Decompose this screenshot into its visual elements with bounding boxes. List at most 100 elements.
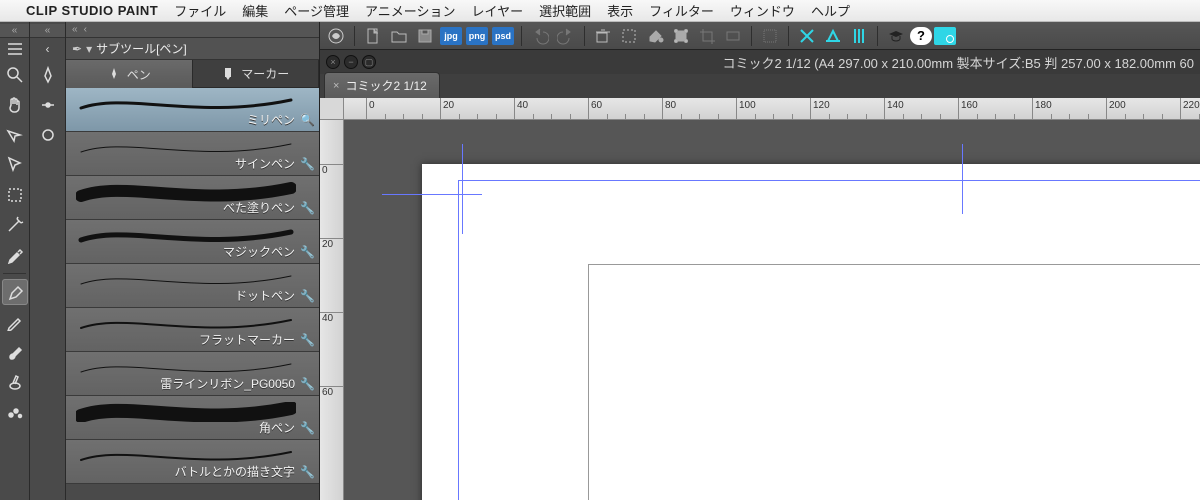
collapse-icon[interactable]: « (30, 24, 65, 38)
slider-icon[interactable] (35, 92, 61, 118)
tool-column-left: « (0, 22, 30, 500)
select-all-icon[interactable] (617, 25, 641, 47)
window-close-icon[interactable]: × (326, 55, 340, 69)
brush-label: マジックペン (223, 243, 295, 260)
menu-selection[interactable]: 選択範囲 (539, 1, 591, 20)
tab-marker[interactable]: マーカー (193, 60, 320, 88)
menu-animation[interactable]: アニメーション (365, 1, 455, 20)
transform-icon[interactable] (669, 25, 693, 47)
clip-studio-icon[interactable] (324, 25, 348, 47)
brush-settings-icon[interactable]: 🔧 (300, 421, 315, 435)
panel-collapse-row[interactable]: «‹ (66, 22, 319, 38)
brush-label: サインペン (235, 155, 295, 172)
ruler-tick: 0 (366, 98, 375, 119)
ruler-tick: 160 (958, 98, 978, 119)
grid-icon[interactable] (758, 25, 782, 47)
subtool-title-row: ✒ ▾ サブツール[ペン] (66, 38, 319, 60)
document-tab-strip: × コミック2 1/12 (320, 74, 1200, 98)
mac-menubar: CLIP STUDIO PAINT ファイル 編集 ページ管理 アニメーション … (0, 0, 1200, 22)
snap-ruler-icon[interactable] (795, 25, 819, 47)
open-folder-icon[interactable] (387, 25, 411, 47)
close-tab-icon[interactable]: × (333, 80, 339, 92)
tool-magnifier[interactable] (2, 62, 28, 88)
tool-operation[interactable] (2, 152, 28, 178)
redo-icon[interactable] (554, 25, 578, 47)
menu-filter[interactable]: フィルター (649, 1, 714, 20)
undo-icon[interactable] (528, 25, 552, 47)
brush-item[interactable]: 角ペン🔧 (66, 396, 319, 440)
tool-move[interactable] (2, 122, 28, 148)
canvas-page[interactable] (422, 164, 1200, 500)
ruler-tick: 0 (320, 164, 343, 176)
tool-airbrush[interactable] (2, 369, 28, 395)
canvas-size-icon[interactable] (721, 25, 745, 47)
brush-item[interactable]: フラットマーカー🔧 (66, 308, 319, 352)
brush-item[interactable]: べた塗りペン🔧 (66, 176, 319, 220)
ruler-tick: 40 (514, 98, 528, 119)
ruler-vertical: 0204060 (320, 120, 344, 500)
assets-icon[interactable] (934, 27, 956, 45)
graduation-cap-icon[interactable] (884, 25, 908, 47)
menu-page[interactable]: ページ管理 (284, 1, 349, 20)
ruler-tick: 220 (1180, 98, 1200, 119)
help-icon[interactable]: ? (910, 27, 932, 45)
size-icon[interactable] (35, 122, 61, 148)
window-maximize-icon[interactable]: ▢ (362, 55, 376, 69)
tool-pencil[interactable] (2, 309, 28, 335)
dropdown-icon[interactable]: ▾ (86, 42, 92, 56)
tab-pen[interactable]: ペン (66, 60, 193, 88)
tool-decoration[interactable] (2, 399, 28, 425)
menu-window[interactable]: ウィンドウ (730, 1, 795, 20)
separator (354, 26, 355, 46)
menu-edit[interactable]: 編集 (242, 1, 268, 20)
ruler-tick: 20 (440, 98, 454, 119)
tool-brush[interactable] (2, 339, 28, 365)
separator (521, 26, 522, 46)
nib-icon[interactable] (35, 62, 61, 88)
brush-settings-icon[interactable]: 🔧 (300, 333, 315, 347)
brush-settings-icon[interactable]: 🔍 (300, 113, 315, 127)
brush-settings-icon[interactable]: 🔧 (300, 377, 315, 391)
snap-grid-icon[interactable] (847, 25, 871, 47)
brush-settings-icon[interactable]: 🔧 (300, 465, 315, 479)
format-jpg-button[interactable]: jpg (440, 27, 462, 45)
fill-icon[interactable] (643, 25, 667, 47)
tool-eyedropper[interactable] (2, 242, 28, 268)
window-minimize-icon[interactable]: − (344, 55, 358, 69)
document-tab[interactable]: × コミック2 1/12 (324, 72, 440, 98)
snap-perspective-icon[interactable] (821, 25, 845, 47)
new-file-icon[interactable] (361, 25, 385, 47)
brush-settings-icon[interactable]: 🔧 (300, 245, 315, 259)
ruler-tick: 180 (1032, 98, 1052, 119)
delete-icon[interactable] (591, 25, 615, 47)
tool-pen[interactable] (2, 279, 28, 305)
brush-item[interactable]: ドットペン🔧 (66, 264, 319, 308)
brush-settings-icon[interactable]: 🔧 (300, 289, 315, 303)
brush-item[interactable]: 雷ラインリボン_PG0050🔧 (66, 352, 319, 396)
menu-view[interactable]: 表示 (607, 1, 633, 20)
save-icon[interactable] (413, 25, 437, 47)
brush-settings-icon[interactable]: 🔧 (300, 157, 315, 171)
tool-marquee[interactable] (2, 182, 28, 208)
brush-item[interactable]: バトルとかの描き文字🔧 (66, 440, 319, 484)
brush-item[interactable]: マジックペン 🔧 (66, 220, 319, 264)
menu-file[interactable]: ファイル (174, 1, 226, 20)
crop-icon[interactable] (695, 25, 719, 47)
menu-layer[interactable]: レイヤー (472, 1, 524, 20)
brush-settings-icon[interactable]: 🔧 (300, 201, 315, 215)
brush-item[interactable]: ミリペン🔍 (66, 88, 319, 132)
menu-help[interactable]: ヘルプ (811, 1, 850, 20)
format-png-button[interactable]: png (466, 27, 488, 45)
canvas-viewport[interactable]: 020406080100120140160180200220 0204060 (320, 98, 1200, 500)
panel-menu-icon[interactable] (2, 40, 28, 58)
subtool-panel: «‹ ✒ ▾ サブツール[ペン] ペン マーカー ミリペン🔍サインペン🔧べた塗り… (66, 22, 320, 500)
brush-item[interactable]: サインペン 🔧 (66, 132, 319, 176)
separator (877, 26, 878, 46)
format-psd-button[interactable]: psd (492, 27, 514, 45)
collapse-icon[interactable]: « (0, 24, 29, 38)
canvas-inner[interactable] (344, 120, 1200, 500)
back-icon[interactable]: ‹ (35, 40, 61, 58)
tool-hand[interactable] (2, 92, 28, 118)
ruler-tick: 100 (736, 98, 756, 119)
tool-wand[interactable] (2, 212, 28, 238)
